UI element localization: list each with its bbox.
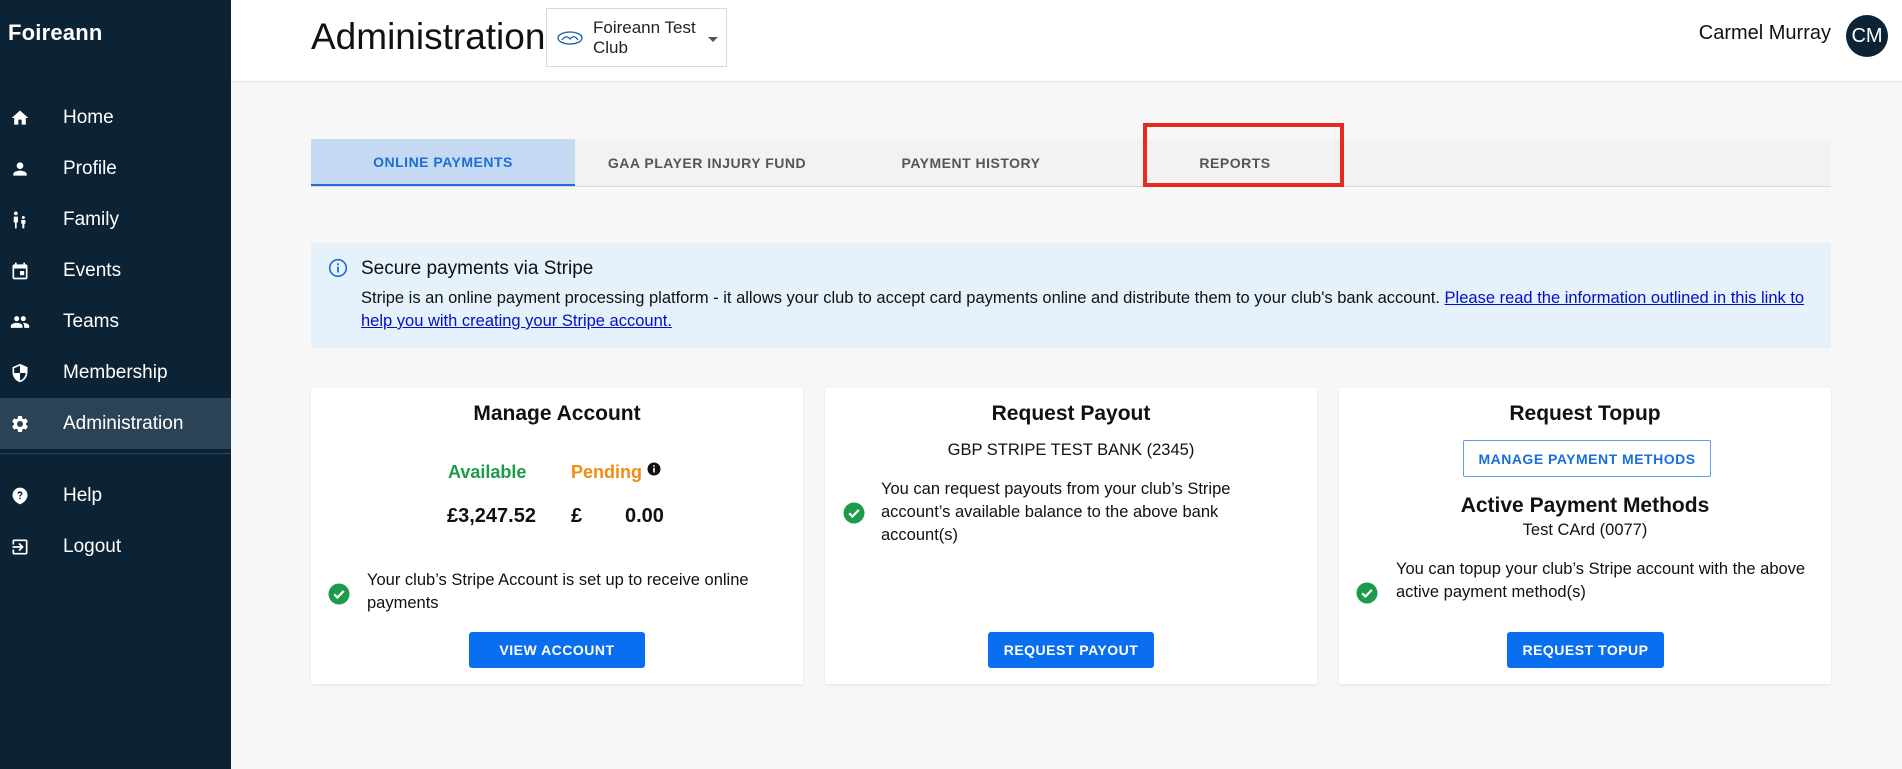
sidebar-divider: [0, 453, 231, 454]
sidebar-item-teams[interactable]: Teams: [0, 296, 231, 347]
sidebar-item-label: Teams: [63, 310, 119, 332]
gaa-crest-icon: [557, 30, 583, 46]
pending-info-icon[interactable]: [647, 462, 661, 476]
sidebar-item-help[interactable]: Help: [0, 470, 231, 521]
gear-icon: [9, 413, 31, 435]
request-payout-card: Request Payout GBP STRIPE TEST BANK (234…: [825, 388, 1317, 684]
pending-amount: 0.00: [625, 505, 664, 527]
user-name[interactable]: Carmel Murray: [1699, 22, 1831, 45]
club-select[interactable]: Foireann Test Club: [546, 8, 727, 67]
avatar[interactable]: CM: [1846, 15, 1888, 57]
check-circle-icon: [1356, 582, 1378, 604]
sidebar-item-administration[interactable]: Administration: [0, 398, 231, 449]
pending-label: Pending: [571, 462, 642, 482]
sidebar-item-logout[interactable]: Logout: [0, 521, 231, 572]
payout-status-text: You can request payouts from your club’s…: [881, 480, 1231, 544]
tab-payment-history[interactable]: PAYMENT HISTORY: [839, 139, 1103, 186]
chevron-down-icon: [708, 37, 718, 42]
sidebar-item-label: Family: [63, 208, 119, 230]
shield-icon: [9, 362, 31, 384]
sidebar-item-events[interactable]: Events: [0, 245, 231, 296]
home-icon: [9, 107, 31, 129]
manage-payment-methods-button[interactable]: MANAGE PAYMENT METHODS: [1463, 440, 1711, 477]
payment-method-item: Test CArd (0077): [1522, 521, 1648, 539]
info-banner-body: Stripe is an online payment processing p…: [361, 287, 1811, 333]
person-icon: [9, 158, 31, 180]
sidebar-item-label: Help: [63, 484, 103, 506]
account-status-text: Your club’s Stripe Account is set up to …: [367, 571, 749, 612]
request-topup-title: Request Topup: [1509, 402, 1661, 425]
payment-tabs: ONLINE PAYMENTS GAA PLAYER INJURY FUND P…: [311, 139, 1831, 187]
check-circle-icon: [328, 583, 350, 605]
sidebar-item-label: Logout: [63, 535, 122, 557]
sidebar-item-family[interactable]: Family: [0, 194, 231, 245]
sidebar-item-label: Administration: [63, 412, 184, 434]
manage-account-title: Manage Account: [473, 402, 641, 425]
sidebar-item-label: Events: [63, 259, 122, 281]
sidebar-item-profile[interactable]: Profile: [0, 143, 231, 194]
request-topup-card: Request Topup MANAGE PAYMENT METHODS Act…: [1339, 388, 1831, 684]
brand-name: Foireann: [8, 20, 103, 45]
sidebar-item-label: Membership: [63, 361, 168, 383]
active-payment-methods-title: Active Payment Methods: [1460, 494, 1710, 517]
available-label: Available: [448, 462, 527, 482]
request-payout-button[interactable]: REQUEST PAYOUT: [988, 632, 1154, 668]
logout-icon: [9, 536, 31, 558]
request-topup-button[interactable]: REQUEST TOPUP: [1507, 632, 1664, 668]
sidebar-item-home[interactable]: Home: [0, 92, 231, 143]
top-header: Administration Foireann Test Club Carmel…: [231, 0, 1902, 82]
info-icon: [328, 258, 348, 278]
request-payout-title: Request Payout: [991, 402, 1151, 425]
sidebar-item-membership[interactable]: Membership: [0, 347, 231, 398]
stripe-info-banner: Secure payments via Stripe Stripe is an …: [311, 243, 1831, 348]
page-title: Administration: [311, 16, 546, 57]
tab-gaa-player-injury-fund[interactable]: GAA PLAYER INJURY FUND: [575, 139, 839, 186]
info-banner-title: Secure payments via Stripe: [361, 258, 594, 279]
help-icon: [9, 485, 31, 507]
sidebar-item-label: Home: [63, 106, 114, 128]
view-account-button[interactable]: VIEW ACCOUNT: [469, 632, 645, 668]
sidebar-nav: Home Profile Family Events Teams Members…: [0, 92, 231, 572]
available-amount: £3,247.52: [447, 505, 536, 527]
info-banner-text: Stripe is an online payment processing p…: [361, 289, 1445, 307]
club-select-value: Foireann Test Club: [593, 17, 696, 57]
payout-bank-account: GBP STRIPE TEST BANK (2345): [947, 441, 1195, 459]
sidebar-item-label: Profile: [63, 157, 117, 179]
topup-status-text: You can topup your club’s Stripe account…: [1396, 560, 1806, 601]
calendar-icon: [9, 260, 31, 282]
pending-currency: £: [571, 505, 583, 527]
tab-reports[interactable]: REPORTS: [1103, 139, 1367, 186]
tab-online-payments[interactable]: ONLINE PAYMENTS: [311, 139, 575, 186]
sidebar: Foireann Home Profile Family Events Team…: [0, 0, 231, 769]
manage-account-card: Manage Account Available Pending £3,247.…: [311, 388, 803, 684]
group-icon: [9, 311, 31, 333]
check-circle-icon: [843, 502, 865, 524]
family-icon: [9, 209, 31, 231]
